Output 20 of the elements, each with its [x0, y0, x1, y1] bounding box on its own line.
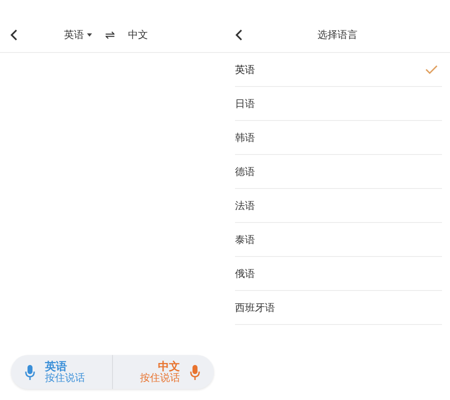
- caret-icon: [87, 33, 92, 37]
- language-label: 英语: [45, 360, 68, 372]
- check-icon: [425, 65, 438, 74]
- hold-to-talk-hint: 按住说话: [45, 372, 85, 384]
- language-option[interactable]: 韩语: [235, 121, 442, 155]
- back-icon[interactable]: [10, 29, 18, 41]
- language-option[interactable]: 西班牙语: [235, 291, 442, 325]
- back-icon[interactable]: [235, 29, 243, 41]
- language-label: 中文: [158, 360, 180, 372]
- language-option[interactable]: 英语: [235, 53, 442, 87]
- swap-button[interactable]: ⇌: [105, 28, 116, 42]
- source-language[interactable]: 英语: [64, 28, 84, 42]
- hold-to-talk-hint: 按住说话: [140, 372, 180, 384]
- language-option[interactable]: 日语: [235, 87, 442, 121]
- page-title: 选择语言: [316, 28, 358, 42]
- target-language[interactable]: 中文: [128, 28, 148, 42]
- language-option[interactable]: 德语: [235, 155, 442, 189]
- language-option[interactable]: 法语: [235, 189, 442, 223]
- language-option[interactable]: 泰语: [235, 223, 442, 257]
- language-option[interactable]: 俄语: [235, 257, 442, 291]
